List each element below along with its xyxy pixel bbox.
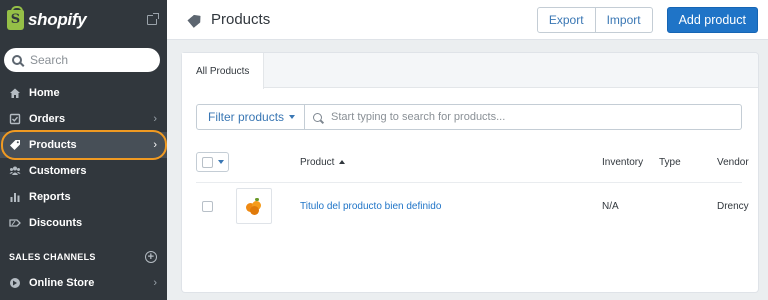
- bulk-select-dropdown[interactable]: [196, 152, 229, 172]
- table-row: Titulo del producto bien definido N/A Dr…: [196, 187, 749, 225]
- top-bar: Products Export Import Add product: [167, 0, 768, 40]
- row-checkbox[interactable]: [202, 200, 213, 212]
- caret-down-icon: [289, 115, 296, 119]
- chevron-right-icon: ›: [153, 277, 157, 289]
- products-card: All Products Filter products Product Inv…: [182, 53, 758, 292]
- shopify-bag-icon: S: [7, 6, 24, 30]
- product-tabs: All Products: [182, 53, 758, 89]
- page-title: Products: [189, 11, 270, 28]
- sidebar-item-label: Online Store: [29, 277, 95, 289]
- search-icon: [12, 55, 22, 65]
- column-header-type: Type: [659, 156, 681, 168]
- sidebar-item-label: Discounts: [29, 217, 83, 229]
- page-title-text: Products: [211, 11, 271, 28]
- column-header-inventory: Inventory: [602, 156, 644, 168]
- discounts-icon: [9, 217, 21, 229]
- product-search[interactable]: [305, 104, 742, 130]
- sidebar-item-label: Orders: [29, 113, 66, 125]
- orders-icon: [9, 113, 21, 125]
- sidebar-item-label: Home: [29, 87, 60, 99]
- export-import-group: Export Import: [536, 6, 653, 33]
- tab-all-products[interactable]: All Products: [182, 53, 265, 89]
- add-sales-channel-icon[interactable]: +: [145, 251, 157, 263]
- product-title-link[interactable]: Titulo del producto bien definido: [300, 201, 441, 212]
- sidebar-header: S shopify: [0, 0, 167, 40]
- sidebar-item-reports[interactable]: Reports: [0, 184, 167, 210]
- online-store-icon: [9, 277, 21, 289]
- table-header: Product Inventory Type Vendor: [196, 149, 749, 175]
- sort-ascending-icon: [339, 159, 346, 164]
- filter-products-button[interactable]: Filter products: [196, 104, 306, 130]
- filter-products-label: Filter products: [208, 110, 285, 124]
- product-search-input[interactable]: [331, 111, 712, 123]
- table-divider: [196, 182, 742, 183]
- chevron-right-icon: ›: [153, 113, 157, 125]
- sidebar-item-label: Products: [29, 139, 77, 151]
- tag-icon: [9, 139, 21, 151]
- sidebar-item-online-store[interactable]: Online Store ›: [0, 270, 167, 296]
- customers-icon: [9, 165, 21, 177]
- sidebar-item-label: Reports: [29, 191, 71, 203]
- logo-glyph: S: [10, 12, 21, 27]
- column-header-label: Product: [300, 156, 335, 168]
- filter-row: Filter products: [196, 104, 742, 130]
- add-product-button[interactable]: Add product: [666, 6, 758, 33]
- external-link-icon[interactable]: [147, 13, 159, 25]
- product-inventory: N/A: [602, 200, 619, 212]
- export-button[interactable]: Export: [536, 6, 596, 33]
- tag-icon: [187, 11, 203, 27]
- sidebar-item-orders[interactable]: Orders ›: [0, 106, 167, 132]
- select-all-checkbox[interactable]: [202, 156, 213, 168]
- column-header-product[interactable]: Product: [300, 156, 346, 168]
- sidebar-search[interactable]: [4, 48, 160, 72]
- home-icon: [9, 87, 21, 99]
- sidebar-item-products[interactable]: Products ›: [0, 132, 167, 158]
- chevron-right-icon: ›: [153, 139, 157, 151]
- caret-down-icon: [218, 160, 224, 164]
- brand-logo-text[interactable]: shopify: [28, 10, 87, 30]
- sidebar-search-input[interactable]: [30, 53, 140, 67]
- import-button[interactable]: Import: [595, 6, 653, 33]
- orange-fruit-image: [244, 198, 264, 215]
- sidebar: S shopify Home Orders › Products › Custo…: [0, 0, 167, 300]
- reports-icon: [9, 191, 21, 203]
- sidebar-item-discounts[interactable]: Discounts: [0, 210, 167, 236]
- column-header-vendor: Vendor: [717, 156, 749, 168]
- sales-channels-header: SALES CHANNELS +: [0, 244, 167, 270]
- product-thumbnail[interactable]: [236, 188, 272, 224]
- sidebar-item-home[interactable]: Home: [0, 80, 167, 106]
- product-vendor: Drency: [717, 200, 749, 212]
- sales-channels-label: SALES CHANNELS: [9, 252, 96, 262]
- sidebar-item-label: Customers: [29, 165, 87, 177]
- sidebar-item-customers[interactable]: Customers: [0, 158, 167, 184]
- search-icon: [313, 112, 323, 122]
